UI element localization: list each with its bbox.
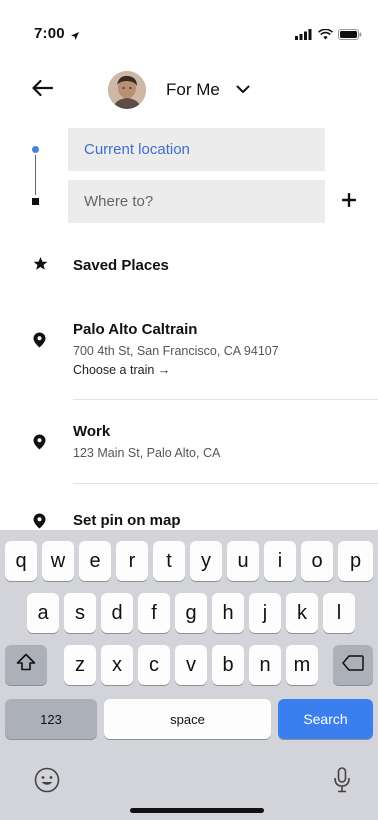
key-z[interactable]: z	[64, 645, 96, 685]
star-icon	[33, 256, 48, 276]
key-t[interactable]: t	[153, 541, 185, 581]
place-address: 123 Main St, Palo Alto, CA	[73, 446, 221, 460]
pickup-input[interactable]	[68, 128, 325, 171]
chevron-down-icon	[236, 81, 250, 99]
rider-label: For Me	[166, 80, 220, 99]
rider-selector[interactable]: For Me	[108, 70, 250, 110]
add-stop-button[interactable]	[338, 191, 360, 213]
key-g[interactable]: g	[175, 593, 207, 633]
place-address: 700 4th St, San Francisco, CA 94107	[73, 344, 279, 358]
delete-icon	[342, 654, 364, 677]
pickup-dot	[32, 146, 39, 153]
home-indicator	[130, 808, 264, 813]
divider	[73, 399, 378, 400]
key-x[interactable]: x	[101, 645, 133, 685]
shift-icon	[16, 653, 36, 677]
avatar	[108, 71, 146, 109]
status-icons	[295, 27, 362, 45]
key-i[interactable]: i	[264, 541, 296, 581]
location-arrow-icon	[70, 28, 80, 46]
divider	[73, 483, 378, 484]
key-p[interactable]: p	[338, 541, 373, 581]
set-pin-label: Set pin on map	[73, 512, 181, 529]
key-c[interactable]: c	[138, 645, 170, 685]
wifi-icon	[318, 27, 333, 45]
back-button[interactable]	[26, 74, 58, 106]
signal-bars-icon	[295, 27, 313, 45]
battery-icon	[338, 27, 362, 45]
key-y[interactable]: y	[190, 541, 222, 581]
key-e[interactable]: e	[79, 541, 111, 581]
plus-icon	[341, 192, 357, 212]
key-o[interactable]: o	[301, 541, 333, 581]
destination-square	[32, 198, 39, 205]
status-bar: 7:00	[0, 0, 378, 60]
key-w[interactable]: w	[42, 541, 74, 581]
key-b[interactable]: b	[212, 645, 244, 685]
key-s[interactable]: s	[64, 593, 96, 633]
keyboard: q w e r t y u i o p a s d f g h j k l z …	[0, 530, 378, 820]
key-h[interactable]: h	[212, 593, 244, 633]
key-d[interactable]: d	[101, 593, 133, 633]
route-connector	[35, 155, 36, 195]
delete-key[interactable]	[333, 645, 373, 685]
key-q[interactable]: q	[5, 541, 37, 581]
status-time: 7:00	[34, 25, 65, 42]
map-pin-icon	[33, 434, 46, 455]
shift-key[interactable]	[5, 645, 47, 685]
map-pin-icon	[33, 332, 46, 353]
key-j[interactable]: j	[249, 593, 281, 633]
search-key[interactable]: Search	[278, 699, 373, 739]
microphone-icon[interactable]	[333, 767, 351, 798]
key-r[interactable]: r	[116, 541, 148, 581]
arrow-left-icon	[31, 79, 54, 102]
saved-places-item[interactable]: Saved Places	[0, 248, 378, 284]
key-k[interactable]: k	[286, 593, 318, 633]
emoji-icon[interactable]	[34, 767, 60, 798]
key-a[interactable]: a	[27, 593, 59, 633]
space-key[interactable]: space	[104, 699, 271, 739]
list-item[interactable]: Work 123 Main St, Palo Alto, CA	[0, 414, 378, 474]
place-title: Palo Alto Caltrain	[73, 321, 198, 338]
set-pin-item[interactable]: Set pin on map	[0, 506, 378, 532]
key-u[interactable]: u	[227, 541, 259, 581]
key-v[interactable]: v	[175, 645, 207, 685]
numbers-key[interactable]: 123	[5, 699, 97, 739]
key-m[interactable]: m	[286, 645, 318, 685]
destination-input[interactable]	[68, 180, 325, 223]
key-l[interactable]: l	[323, 593, 355, 633]
saved-places-label: Saved Places	[73, 257, 169, 274]
choose-train-link[interactable]: Choose a train →	[73, 363, 170, 377]
list-item[interactable]: Palo Alto Caltrain 700 4th St, San Franc…	[0, 312, 378, 392]
place-title: Work	[73, 423, 111, 440]
key-n[interactable]: n	[249, 645, 281, 685]
key-f[interactable]: f	[138, 593, 170, 633]
